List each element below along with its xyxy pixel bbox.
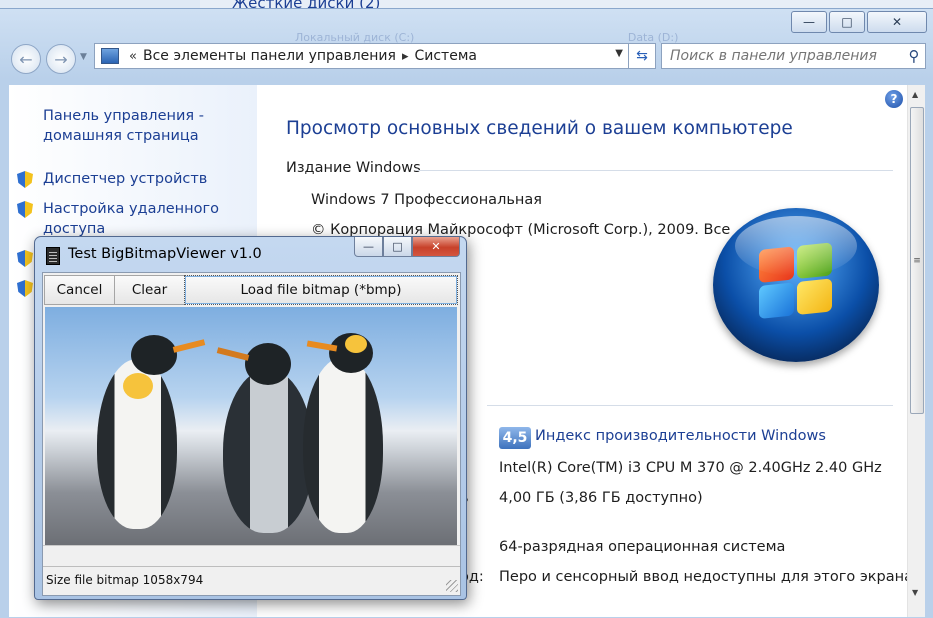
close-button[interactable]: ✕ bbox=[867, 11, 927, 33]
close-icon: ✕ bbox=[891, 15, 903, 29]
dialog-client-area: Cancel Clear Load file bitmap (*bmp) Siz… bbox=[42, 272, 461, 596]
scroll-thumb[interactable]: ≡ bbox=[910, 107, 924, 414]
back-arrow-icon: ← bbox=[19, 49, 33, 69]
close-icon: ✕ bbox=[431, 240, 441, 253]
search-icon[interactable]: ⚲ bbox=[903, 47, 925, 65]
forward-arrow-icon: → bbox=[54, 49, 68, 69]
dialog-minimize-button[interactable]: — bbox=[354, 237, 383, 257]
bitmap-viewer-dialog: Test BigBitmapViewer v1.0 — □ ✕ Cancel C… bbox=[34, 236, 467, 600]
navigation-bar: ← → ▼ « Все элементы панели управления ▸… bbox=[0, 42, 933, 78]
clear-button[interactable]: Clear bbox=[114, 275, 185, 305]
dialog-toolbar: Cancel Clear Load file bitmap (*bmp) bbox=[43, 273, 460, 306]
address-dropdown-icon[interactable]: ▼ bbox=[615, 48, 623, 59]
dialog-maximize-button[interactable]: □ bbox=[383, 237, 412, 257]
minimize-button[interactable]: — bbox=[791, 11, 827, 33]
recent-pages-dropdown[interactable]: ▼ bbox=[80, 52, 87, 62]
page-title: Просмотр основных сведений о вашем компь… bbox=[286, 118, 793, 139]
address-bar[interactable]: « Все элементы панели управления ▸ Систе… bbox=[94, 43, 630, 69]
section-divider bbox=[487, 405, 893, 406]
load-bitmap-button[interactable]: Load file bitmap (*bmp) bbox=[184, 275, 458, 305]
refresh-button[interactable]: ⇆ bbox=[628, 43, 656, 69]
ram-value: 4,00 ГБ (3,86 ГБ доступно) bbox=[499, 490, 703, 506]
wei-link[interactable]: Индекс производительности Windows bbox=[535, 428, 826, 444]
refresh-icon: ⇆ bbox=[636, 48, 648, 64]
search-box[interactable]: ⚲ bbox=[661, 43, 926, 69]
bitmap-size-status: Size file bitmap 1058x794 bbox=[46, 573, 204, 587]
breadcrumb-overflow[interactable]: « bbox=[129, 49, 137, 64]
breadcrumb-separator-icon[interactable]: ▸ bbox=[402, 49, 409, 64]
uac-shield-icon bbox=[17, 171, 33, 188]
image-bottom-border bbox=[43, 545, 460, 546]
bitmap-image-penguins bbox=[45, 307, 457, 545]
dialog-status-bar: Size file bitmap 1058x794 bbox=[43, 566, 460, 594]
system-type-value: 64-разрядная операционная система bbox=[499, 539, 786, 555]
section-divider bbox=[417, 170, 893, 171]
section-header-edition: Издание Windows bbox=[286, 160, 421, 176]
search-input[interactable] bbox=[662, 47, 903, 65]
maximize-button[interactable]: □ bbox=[829, 11, 865, 33]
dialog-caption-buttons: — □ ✕ bbox=[354, 237, 460, 257]
breadcrumb-all-items[interactable]: Все элементы панели управления bbox=[143, 48, 396, 64]
vertical-scrollbar[interactable]: ▲ ≡ ▼ bbox=[907, 85, 925, 617]
windows-logo-icon bbox=[713, 208, 879, 362]
cancel-button[interactable]: Cancel bbox=[44, 275, 115, 305]
maximize-icon: □ bbox=[841, 15, 853, 29]
uac-shield-icon bbox=[17, 250, 33, 267]
help-icon[interactable]: ? bbox=[885, 90, 903, 108]
processor-value: Intel(R) Core(TM) i3 CPU M 370 @ 2.40GHz… bbox=[499, 460, 882, 476]
resize-grip-icon[interactable] bbox=[446, 580, 458, 592]
uac-shield-icon bbox=[17, 201, 33, 218]
window-caption-buttons: — □ ✕ bbox=[789, 11, 927, 33]
dialog-close-button[interactable]: ✕ bbox=[412, 237, 460, 257]
uac-shield-icon bbox=[17, 280, 33, 297]
control-panel-icon bbox=[101, 48, 119, 64]
forward-button[interactable]: → bbox=[46, 44, 76, 74]
wei-score-badge[interactable]: 4,5 bbox=[499, 427, 531, 449]
sidebar-item-remote-settings[interactable]: Настройка удаленного доступа bbox=[43, 199, 223, 239]
breadcrumb-system[interactable]: Система bbox=[414, 48, 476, 64]
minimize-icon: — bbox=[363, 240, 374, 253]
edition-name: Windows 7 Профессиональная bbox=[311, 192, 542, 208]
sidebar-home-link[interactable]: Панель управления - домашняя страница bbox=[43, 106, 223, 146]
dialog-title: Test BigBitmapViewer v1.0 bbox=[68, 246, 262, 262]
minimize-icon: — bbox=[803, 15, 815, 29]
app-icon bbox=[46, 247, 60, 265]
maximize-icon: □ bbox=[392, 240, 403, 253]
sidebar-item-device-manager[interactable]: Диспетчер устройств bbox=[43, 169, 207, 189]
back-button[interactable]: ← bbox=[11, 44, 41, 74]
scroll-up-icon[interactable]: ▲ bbox=[912, 90, 918, 99]
pen-touch-value: Перо и сенсорный ввод недоступны для это… bbox=[499, 569, 914, 585]
scroll-down-icon[interactable]: ▼ bbox=[912, 588, 918, 597]
